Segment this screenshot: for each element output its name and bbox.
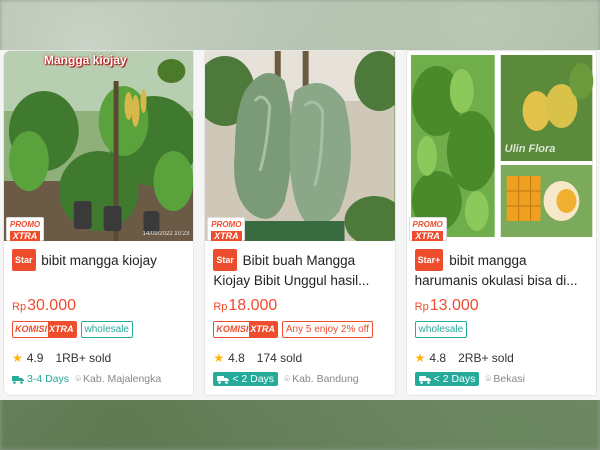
product-tags: KOMISI XTRA wholesale bbox=[4, 317, 193, 347]
product-title[interactable]: Star Bibit buah Mangga Kiojay Bibit Ungg… bbox=[205, 241, 394, 293]
product-tags: KOMISI XTRA Any 5 enjoy 2% off bbox=[205, 317, 394, 347]
seller-location: ⌾ Kab. Majalengka bbox=[75, 373, 162, 385]
shipping-row: < 2 Days ⌾ Kab. Bandung bbox=[205, 369, 394, 389]
star-icon: ★ bbox=[213, 351, 225, 365]
shipping-estimate: < 2 Days bbox=[414, 372, 480, 386]
shipping-estimate: 3-4 Days bbox=[12, 373, 69, 385]
truck-icon bbox=[217, 375, 230, 384]
promo-xtra-badge: PROMO XTRA bbox=[207, 217, 246, 241]
shipping-estimate: < 2 Days bbox=[213, 372, 279, 386]
seller-location: ⌾ Kab. Bandung bbox=[284, 373, 359, 385]
location-pin-icon: ⌾ bbox=[485, 373, 492, 385]
image-timestamp: 14/09/2022 10:23 bbox=[142, 231, 190, 237]
location-pin-icon: ⌾ bbox=[75, 373, 82, 385]
product-title[interactable]: Star+ bibit mangga harumanis okulasi bis… bbox=[407, 241, 596, 293]
promo-xtra-badge: PROMO XTRA bbox=[6, 217, 44, 241]
wholesale-tag: wholesale bbox=[414, 321, 468, 338]
product-card[interactable]: PROMO XTRA Star Bibit buah Mangga Kiojay… bbox=[204, 50, 396, 396]
rating-row: ★ 4.8 174 sold bbox=[205, 347, 394, 369]
rating-value: 4.8 bbox=[429, 351, 447, 365]
rating-row: ★ 4.8 2RB+ sold bbox=[407, 347, 596, 369]
star-plus-seller-badge: Star+ bbox=[414, 249, 444, 271]
star-icon: ★ bbox=[414, 351, 426, 365]
product-image[interactable]: PROMO XTRA bbox=[205, 51, 395, 241]
komisi-xtra-tag: KOMISI XTRA bbox=[213, 321, 278, 338]
product-tags: wholesale bbox=[407, 317, 596, 347]
promo-xtra-badge: PROMO XTRA bbox=[408, 217, 447, 241]
sold-count: 174 sold bbox=[256, 351, 303, 365]
truck-icon bbox=[12, 375, 24, 384]
star-seller-badge: Star bbox=[213, 249, 237, 271]
shipping-row: < 2 Days ⌾ Bekasi bbox=[407, 369, 596, 389]
product-image[interactable]: Ulin Flora PROMO XTRA bbox=[406, 51, 596, 241]
product-title-text: bibit mangga kiojay bbox=[41, 253, 157, 268]
rating-value: 4.9 bbox=[26, 351, 44, 365]
rating-row: ★ 4.9 1RB+ sold bbox=[4, 347, 193, 369]
image-caption: Mangga kiojay bbox=[44, 53, 127, 67]
product-card[interactable]: Ulin Flora PROMO XTRA Star+ bibit mangga… bbox=[405, 50, 597, 396]
image-watermark: Ulin Flora bbox=[504, 143, 556, 155]
truck-icon bbox=[418, 375, 431, 384]
wholesale-tag: wholesale bbox=[80, 321, 133, 338]
product-image[interactable]: Mangga kiojay 14/09/2022 10:23 PROMO XTR… bbox=[4, 51, 194, 241]
star-seller-badge: Star bbox=[12, 249, 36, 271]
location-pin-icon: ⌾ bbox=[284, 373, 291, 385]
product-price: Rp30.000 bbox=[12, 297, 76, 314]
product-title[interactable]: Star bibit mangga kiojay bbox=[4, 241, 193, 293]
product-card[interactable]: Mangga kiojay 14/09/2022 10:23 PROMO XTR… bbox=[3, 50, 195, 396]
komisi-xtra-tag: KOMISI XTRA bbox=[12, 321, 77, 338]
rating-value: 4.8 bbox=[228, 351, 245, 365]
product-price: Rp18.000 bbox=[213, 297, 278, 314]
seller-location: ⌾ Bekasi bbox=[485, 373, 525, 385]
bundle-discount-tag: Any 5 enjoy 2% off bbox=[281, 321, 374, 338]
product-grid: Mangga kiojay 14/09/2022 10:23 PROMO XTR… bbox=[0, 50, 600, 400]
product-price: Rp13.000 bbox=[414, 297, 479, 314]
star-icon: ★ bbox=[12, 351, 23, 365]
sold-count: 1RB+ sold bbox=[55, 351, 112, 365]
sold-count: 2RB+ sold bbox=[458, 351, 514, 365]
shipping-row: 3-4 Days ⌾ Kab. Majalengka bbox=[4, 369, 193, 389]
